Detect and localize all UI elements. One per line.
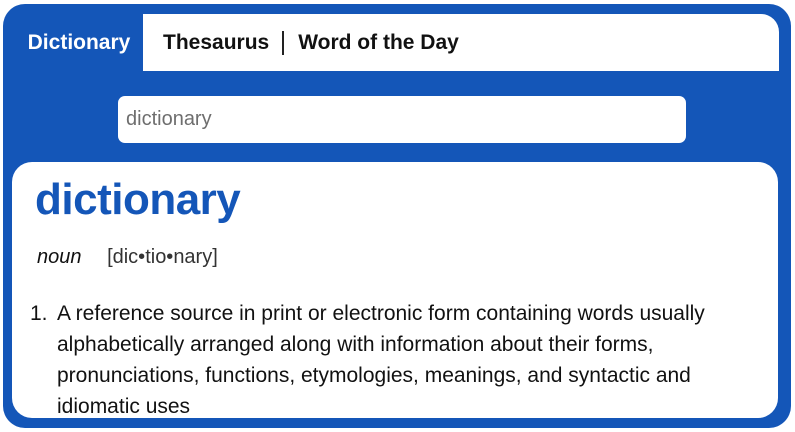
definition-item: 1. A reference source in print or electr… [30,298,750,418]
tab-word-of-the-day[interactable]: Word of the Day [298,31,459,55]
part-of-speech: noun [37,246,82,268]
tab-strip: Thesaurus Word of the Day [143,14,779,71]
tab-bar: Dictionary Thesaurus Word of the Day [3,4,791,71]
definition-number: 1. [30,302,48,325]
word-info: noun [dic•tio•nary] [37,246,218,269]
headword: dictionary [35,175,241,224]
pronunciation: [dic•tio•nary] [107,246,218,268]
tab-thesaurus[interactable]: Thesaurus [163,31,269,55]
tab-dictionary[interactable]: Dictionary [15,16,143,70]
definition-text: A reference source in print or electroni… [57,302,705,418]
search-input[interactable] [126,108,666,131]
entry-card: dictionary noun [dic•tio•nary] 1. A refe… [12,162,778,418]
app-frame: Dictionary Thesaurus Word of the Day dic… [3,4,791,428]
tab-divider [282,30,285,55]
search-box[interactable] [118,96,686,143]
